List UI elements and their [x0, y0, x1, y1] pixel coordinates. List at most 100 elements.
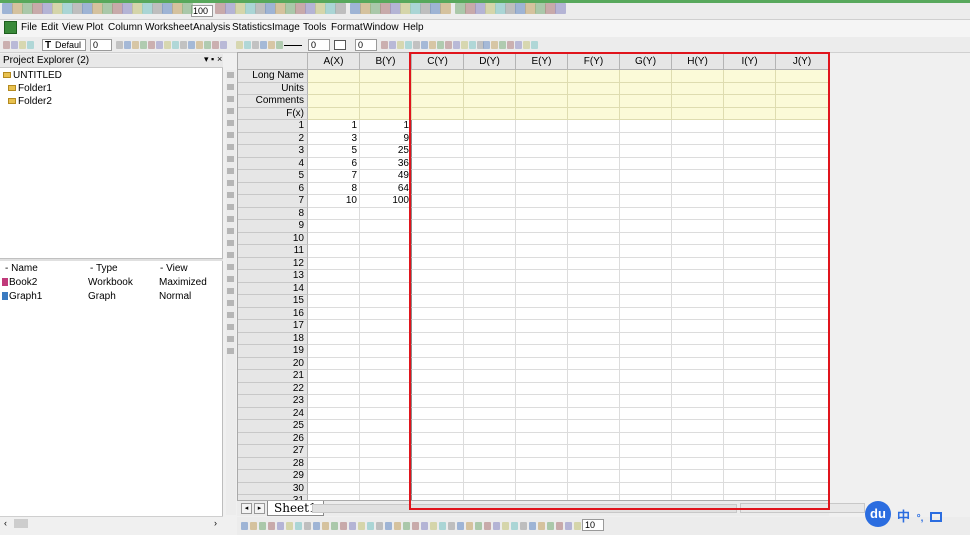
format-button-icon[interactable] [220, 41, 227, 49]
bottom-toolbar-icon[interactable] [241, 522, 248, 530]
data-cell[interactable] [308, 357, 360, 370]
data-cell[interactable] [360, 370, 412, 383]
line-width-combo-2[interactable]: 0 [355, 39, 377, 51]
tool-button-icon[interactable] [227, 348, 234, 354]
data-cell[interactable]: 36 [360, 157, 412, 170]
format-button-icon[interactable] [499, 41, 506, 49]
bottom-toolbar-icon[interactable] [304, 522, 311, 530]
format-button-icon[interactable] [116, 41, 123, 49]
bottom-toolbar-icon[interactable] [493, 522, 500, 530]
row-header[interactable]: 17 [238, 320, 308, 333]
bottom-toolbar-icon[interactable] [322, 522, 329, 530]
data-cell[interactable] [308, 470, 360, 483]
tree-item-folder2[interactable]: Folder2 [8, 95, 52, 108]
pin-icon[interactable]: ▾ [204, 54, 209, 65]
format-button-icon[interactable] [437, 41, 444, 49]
data-cell[interactable] [308, 295, 360, 308]
row-header[interactable]: 21 [238, 370, 308, 383]
tool-button-icon[interactable] [227, 264, 234, 270]
format-button-icon[interactable] [196, 41, 203, 49]
data-cell[interactable] [308, 245, 360, 258]
menu-column[interactable]: Column [108, 22, 142, 33]
format-button-icon[interactable] [156, 41, 163, 49]
tree-item-folder1[interactable]: Folder1 [8, 82, 52, 95]
data-cell[interactable] [308, 382, 360, 395]
row-header[interactable]: 15 [238, 295, 308, 308]
label-cell[interactable] [360, 107, 412, 120]
data-cell[interactable] [308, 232, 360, 245]
tool-button-icon[interactable] [227, 132, 234, 138]
format-button-icon[interactable] [180, 41, 187, 49]
menu-plot[interactable]: Plot [86, 22, 103, 33]
tool-button-icon[interactable] [227, 276, 234, 282]
row-header[interactable]: 19 [238, 345, 308, 358]
row-header[interactable]: 26 [238, 432, 308, 445]
format-button-icon[interactable] [397, 41, 404, 49]
bottom-toolbar-icon[interactable] [538, 522, 545, 530]
dock-icon[interactable]: ▪ [211, 54, 214, 64]
data-cell[interactable] [360, 295, 412, 308]
scroll-thumb[interactable] [14, 519, 28, 528]
format-button-icon[interactable] [413, 41, 420, 49]
format-button-icon[interactable] [212, 41, 219, 49]
data-cell[interactable] [360, 257, 412, 270]
label-cell[interactable] [308, 107, 360, 120]
data-cell[interactable] [360, 432, 412, 445]
data-cell[interactable]: 10 [308, 195, 360, 208]
data-cell[interactable] [360, 420, 412, 433]
bottom-toolbar-icon[interactable] [331, 522, 338, 530]
font-name-combo[interactable]: T Defaul [42, 39, 86, 51]
format-button-icon[interactable] [3, 41, 10, 49]
tool-button-icon[interactable] [227, 252, 234, 258]
row-header[interactable]: 1 [238, 120, 308, 133]
format-button-icon[interactable] [124, 41, 131, 49]
format-button-icon[interactable] [204, 41, 211, 49]
menu-window[interactable]: Window [363, 22, 399, 33]
bottom-toolbar-icon[interactable] [574, 522, 581, 530]
row-header[interactable]: 5 [238, 170, 308, 183]
row-header[interactable]: 4 [238, 157, 308, 170]
data-cell[interactable] [308, 432, 360, 445]
tool-button-icon[interactable] [227, 204, 234, 210]
bottom-toolbar-icon[interactable] [268, 522, 275, 530]
du-badge-icon[interactable]: du [865, 501, 891, 527]
bottom-toolbar-icon[interactable] [484, 522, 491, 530]
row-header[interactable]: 16 [238, 307, 308, 320]
ime-indicator[interactable]: 中 °, [897, 506, 943, 525]
format-button-icon[interactable] [164, 41, 171, 49]
data-cell[interactable] [308, 320, 360, 333]
data-cell[interactable] [308, 395, 360, 408]
format-button-icon[interactable] [507, 41, 514, 49]
data-cell[interactable]: 49 [360, 170, 412, 183]
menu-file[interactable]: File [21, 22, 37, 33]
data-cell[interactable] [360, 482, 412, 495]
menu-worksheet[interactable]: Worksheet [145, 22, 193, 33]
menu-statistics[interactable]: Statistics [232, 22, 272, 33]
data-cell[interactable] [308, 220, 360, 233]
bottom-toolbar-icon[interactable] [520, 522, 527, 530]
bottom-toolbar-icon[interactable] [295, 522, 302, 530]
row-header[interactable]: 13 [238, 270, 308, 283]
tool-button-icon[interactable] [227, 300, 234, 306]
bottom-toolbar-icon[interactable] [421, 522, 428, 530]
format-button-icon[interactable] [531, 41, 538, 49]
row-header[interactable]: 28 [238, 457, 308, 470]
data-cell[interactable]: 8 [308, 182, 360, 195]
tool-button-icon[interactable] [227, 180, 234, 186]
format-button-icon[interactable] [461, 41, 468, 49]
menu-edit[interactable]: Edit [41, 22, 58, 33]
tool-button-icon[interactable] [227, 120, 234, 126]
data-cell[interactable] [360, 207, 412, 220]
data-cell[interactable]: 25 [360, 145, 412, 158]
data-cell[interactable] [360, 345, 412, 358]
format-button-icon[interactable] [268, 41, 275, 49]
data-cell[interactable] [308, 482, 360, 495]
row-header[interactable]: 11 [238, 245, 308, 258]
row-header[interactable]: 30 [238, 482, 308, 495]
tool-button-icon[interactable] [227, 108, 234, 114]
bottom-toolbar-icon[interactable] [403, 522, 410, 530]
data-cell[interactable] [308, 282, 360, 295]
tool-button-icon[interactable] [227, 156, 234, 162]
data-cell[interactable]: 1 [308, 120, 360, 133]
row-header[interactable]: 7 [238, 195, 308, 208]
